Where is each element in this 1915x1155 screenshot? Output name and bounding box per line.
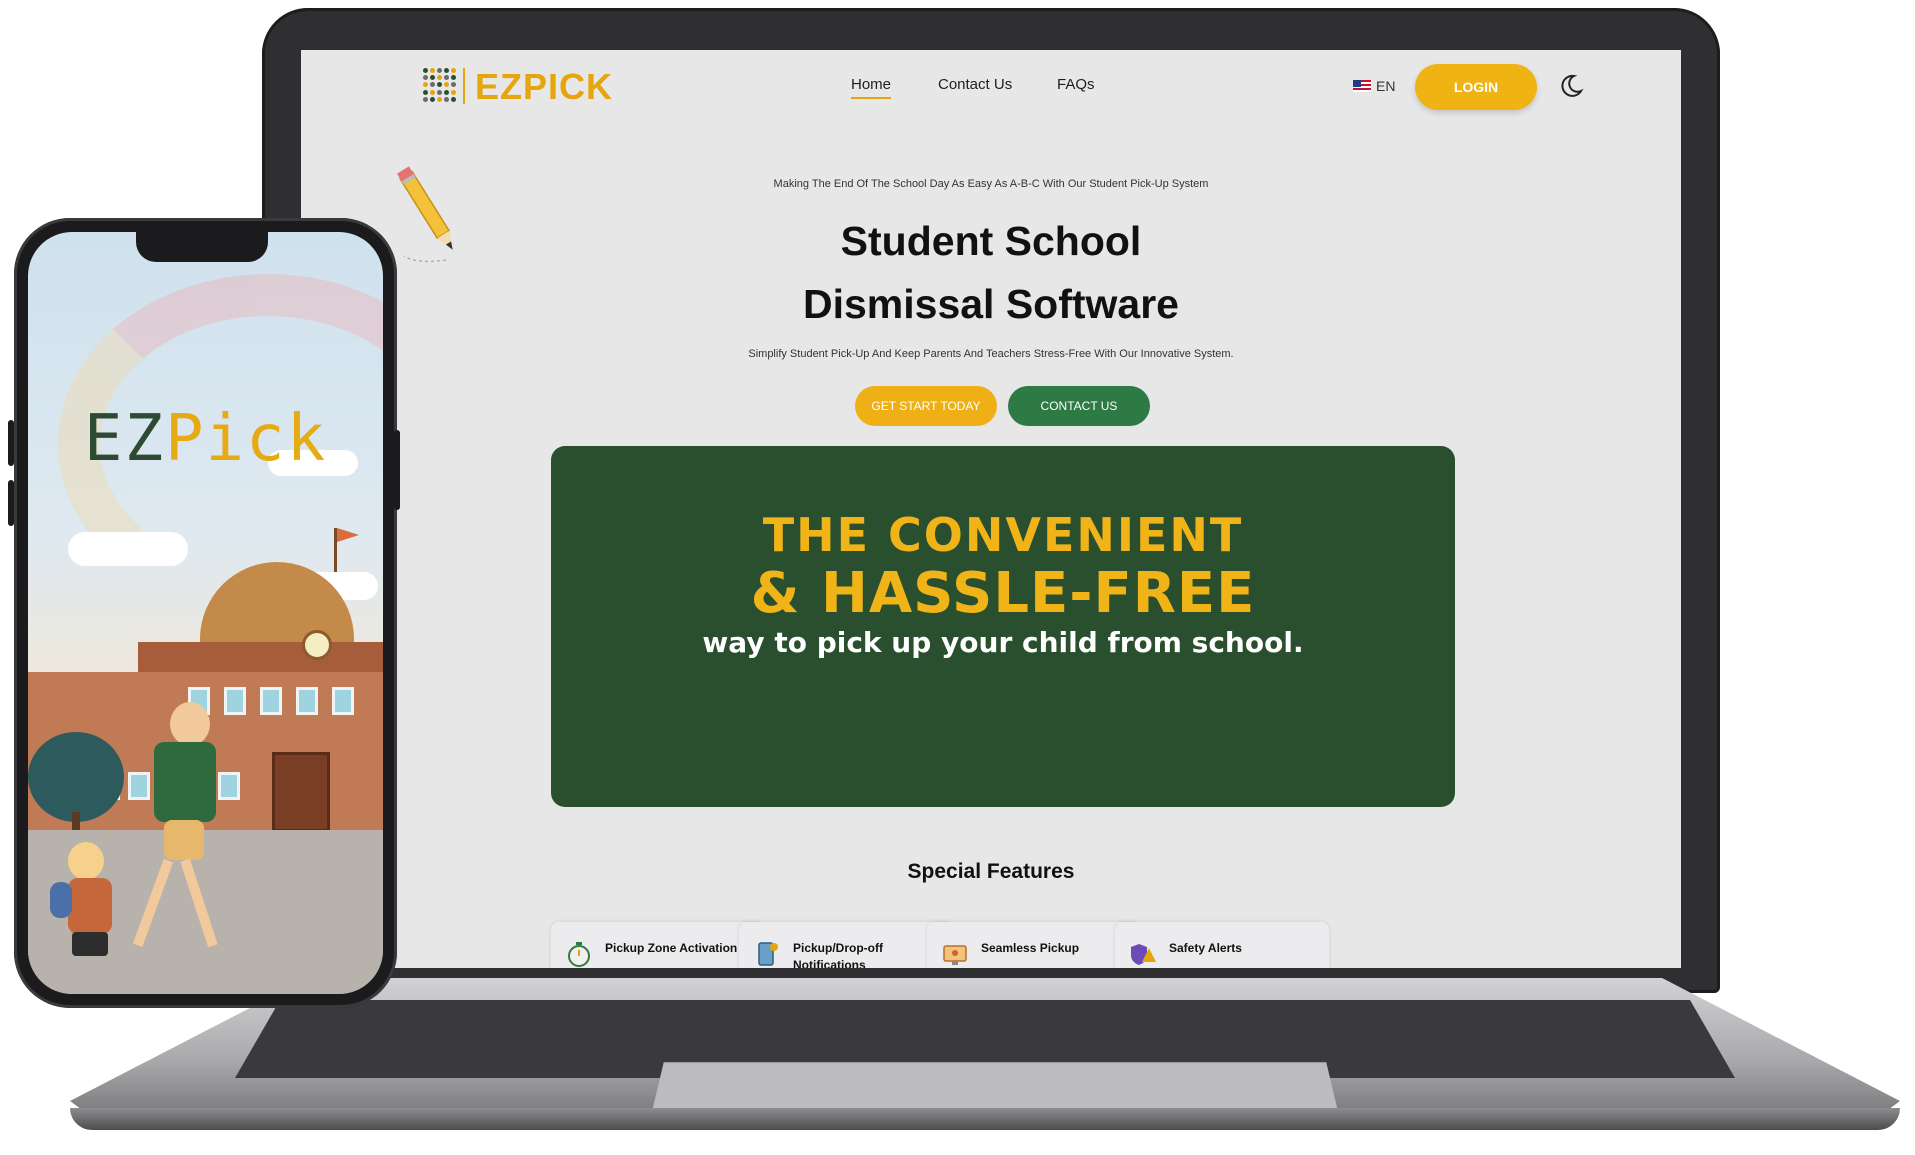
logo-text[interactable]: EZPICK — [475, 66, 613, 108]
phone-notification-icon — [758, 942, 778, 966]
hero-title-line-2: Dismissal Software — [803, 281, 1179, 327]
window — [332, 687, 354, 715]
phone-volume-button — [8, 420, 14, 466]
window — [224, 687, 246, 715]
logo-dot — [430, 68, 435, 73]
flagpole — [334, 528, 337, 572]
logo-divider — [463, 68, 465, 104]
backpack — [50, 882, 72, 918]
feature-card-pickup-zone[interactable]: Pickup Zone Activation — [551, 922, 765, 968]
nav-home-link[interactable]: Home — [851, 76, 892, 99]
window — [218, 772, 240, 800]
hero-title-line-1: Student School — [840, 218, 1142, 264]
logo-dot — [437, 75, 442, 81]
feature-card-notifications[interactable]: Pickup/Drop-off Notifications — [739, 922, 953, 968]
child-head — [170, 702, 210, 746]
hero-subtitle: Simplify Student Pick-Up And Keep Parent… — [748, 348, 1234, 360]
logo-dot — [451, 68, 456, 73]
laptop-screen: EZPICK Home Contact Us FAQs EN LOGIN Mak… — [301, 50, 1681, 968]
language-selector[interactable]: EN — [1353, 78, 1395, 94]
feature-label: Pickup/Drop-off Notifications — [793, 941, 883, 968]
app-title-ez: EZ — [83, 402, 165, 476]
phone-power-button — [394, 430, 400, 510]
child-shirt — [68, 878, 112, 934]
feature-card-seamless-pickup[interactable]: Seamless Pickup — [927, 922, 1141, 968]
features-title: Special Features — [907, 860, 1075, 883]
logo-dot — [444, 68, 449, 73]
logo-dots-icon[interactable] — [423, 68, 456, 102]
banner-line-1: THE CONVENIENT — [762, 508, 1244, 562]
logo-dot — [451, 82, 456, 88]
child-head — [68, 842, 104, 880]
logo-dot — [444, 75, 449, 81]
phone-volume-button — [8, 480, 14, 526]
promo-banner: THE CONVENIENT & HASSLE-FREE way to pick… — [551, 446, 1455, 807]
logo-dot — [430, 75, 435, 81]
shield-alert-icon — [1131, 944, 1156, 965]
logo-dot — [451, 89, 456, 95]
phone-screen: EZPick — [28, 232, 383, 994]
feature-label: Seamless Pickup — [981, 941, 1080, 955]
phone-notch — [136, 232, 268, 262]
nav-contact-link[interactable]: Contact Us — [938, 76, 1012, 93]
feature-card-safety-alerts[interactable]: Safety Alerts — [1115, 922, 1329, 968]
stopwatch-icon — [568, 942, 590, 967]
logo-dot — [451, 96, 456, 102]
logo-dot — [437, 82, 442, 88]
logo-dot — [444, 82, 449, 88]
logo-dot — [430, 82, 435, 88]
window — [260, 687, 282, 715]
child-shirt — [154, 742, 216, 822]
us-flag-icon — [1353, 80, 1371, 92]
banner-line-3: way to pick up your child from school. — [702, 626, 1304, 659]
logo-dot — [437, 89, 442, 95]
monitor-pickup-icon — [943, 945, 967, 965]
child-shorts — [164, 820, 204, 860]
device-mockup: EZPICK Home Contact Us FAQs EN LOGIN Mak… — [0, 0, 1915, 1155]
feature-label: Safety Alerts — [1169, 941, 1242, 955]
nav-faqs-link[interactable]: FAQs — [1057, 76, 1095, 93]
window — [296, 687, 318, 715]
moon-icon[interactable] — [1557, 72, 1585, 100]
contact-us-button[interactable]: CONTACT US — [1008, 386, 1150, 426]
school-door — [272, 752, 330, 832]
logo-dot — [430, 89, 435, 95]
logo-dot — [437, 96, 442, 102]
clock-icon — [302, 630, 332, 660]
top-navigation: EZPICK Home Contact Us FAQs EN LOGIN — [301, 50, 1681, 132]
laptop-base-rim — [70, 1108, 1900, 1130]
get-start-button[interactable]: GET START TODAY — [855, 386, 997, 426]
feature-label: Pickup Zone Activation — [605, 941, 738, 955]
logo-dot — [423, 75, 428, 81]
logo-dot — [423, 89, 428, 95]
logo-dot — [444, 89, 449, 95]
hero-tagline: Making The End Of The School Day As Easy… — [773, 178, 1209, 190]
logo-dot — [451, 75, 456, 81]
app-title-pick: Pick — [164, 402, 328, 476]
window — [128, 772, 150, 800]
logo-dot — [423, 82, 428, 88]
logo-dot — [423, 68, 428, 73]
login-button[interactable]: LOGIN — [1415, 64, 1537, 110]
banner-line-2: & HASSLE-FREE — [750, 561, 1256, 626]
hero-title: Student School Dismissal Software — [301, 210, 1681, 336]
child-shorts — [72, 932, 108, 956]
language-label: EN — [1376, 78, 1396, 94]
tree — [28, 732, 124, 822]
logo-dot — [423, 96, 428, 102]
cloud — [68, 532, 188, 566]
logo-dot — [437, 68, 442, 73]
logo-dot — [430, 96, 435, 102]
logo-dot — [444, 96, 449, 102]
app-title: EZPick — [28, 402, 383, 476]
